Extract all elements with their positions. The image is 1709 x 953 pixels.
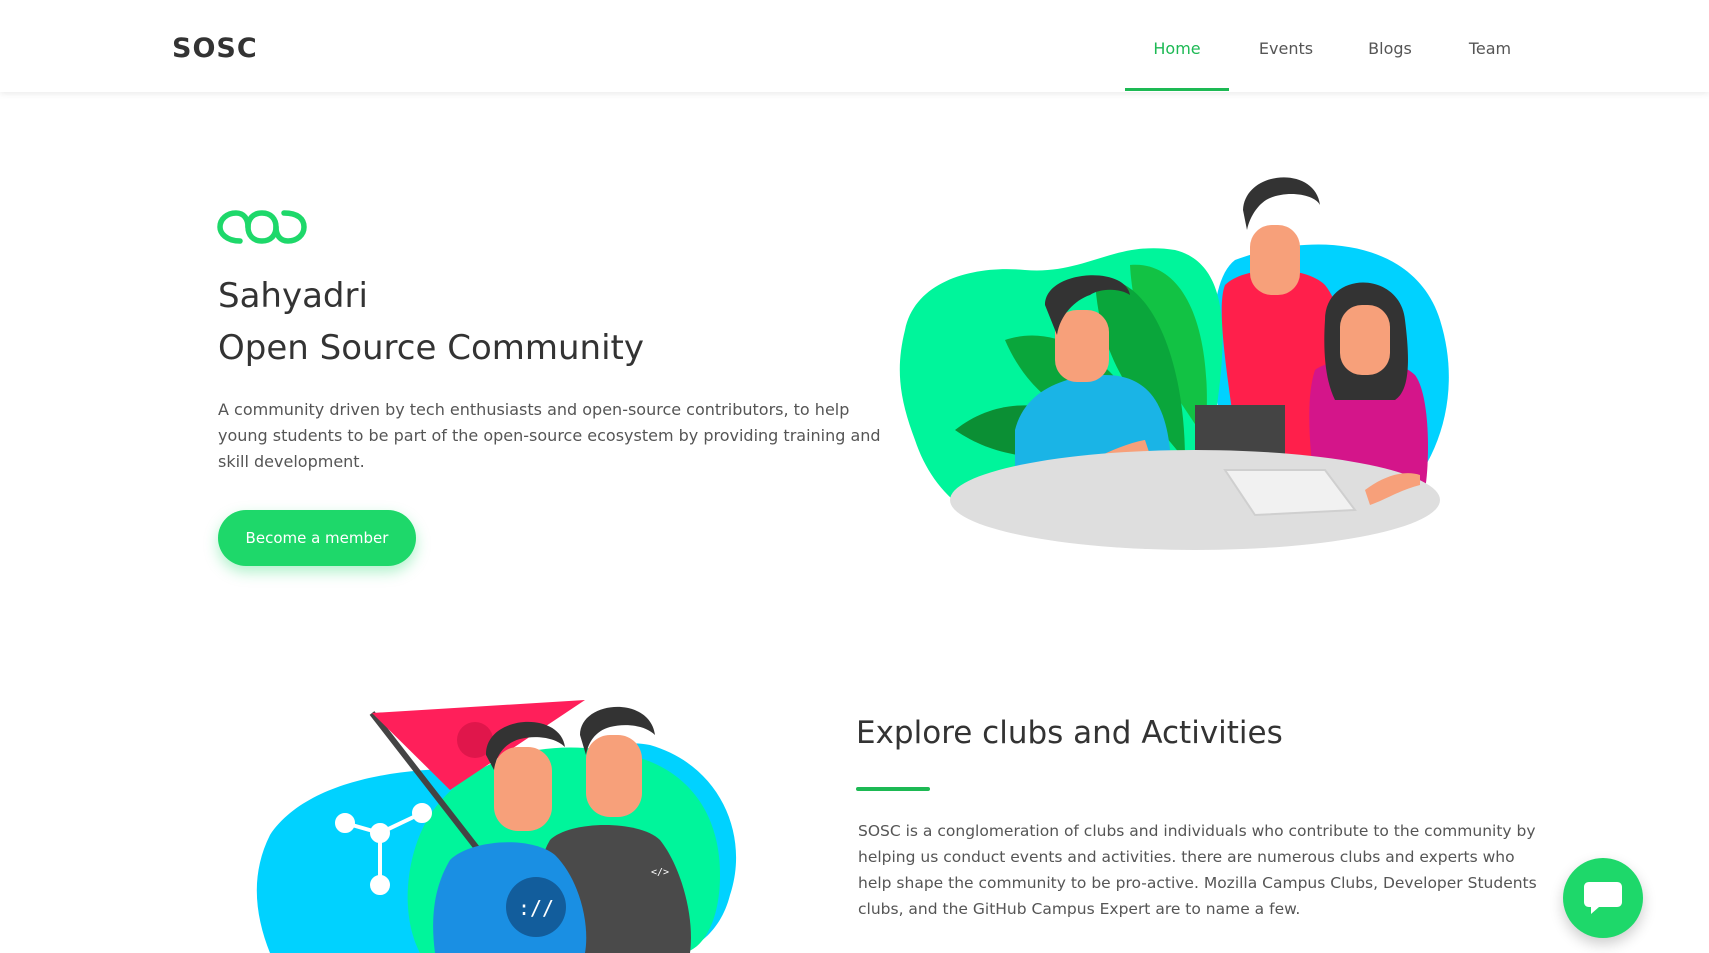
- title-underline: [856, 787, 930, 791]
- brand-logo[interactable]: SOSC: [172, 33, 258, 64]
- page: SOSC Home Events Blogs Team Sahyadri Ope…: [0, 0, 1709, 953]
- nav-events[interactable]: Events: [1238, 0, 1334, 92]
- sosc-infinity-logo-icon: [217, 210, 307, 244]
- chat-bubble-icon: [1584, 882, 1622, 914]
- nav-blogs[interactable]: Blogs: [1344, 0, 1436, 92]
- shirt-code-text: </>: [651, 867, 669, 878]
- hero-description: A community driven by tech enthusiasts a…: [218, 400, 881, 471]
- hero-title-line-1: Sahyadri: [218, 276, 368, 316]
- nav-home[interactable]: Home: [1130, 0, 1224, 92]
- chat-button[interactable]: [1563, 858, 1643, 938]
- flag-illustration: :// </>: [256, 700, 737, 953]
- hero-title-line-2: Open Source Community: [218, 328, 644, 368]
- hero-title: Sahyadri Open Source Community: [218, 270, 644, 374]
- team-illustration: [899, 177, 1449, 550]
- shirt-url-text: ://: [518, 896, 554, 920]
- explore-title: Explore clubs and Activities: [856, 715, 1283, 751]
- navbar: SOSC Home Events Blogs Team: [0, 0, 1709, 92]
- nav-team[interactable]: Team: [1444, 0, 1536, 92]
- explore-description: SOSC is a conglomeration of clubs and in…: [858, 822, 1537, 918]
- active-nav-indicator: [1125, 88, 1229, 91]
- become-member-button[interactable]: Become a member: [218, 510, 416, 566]
